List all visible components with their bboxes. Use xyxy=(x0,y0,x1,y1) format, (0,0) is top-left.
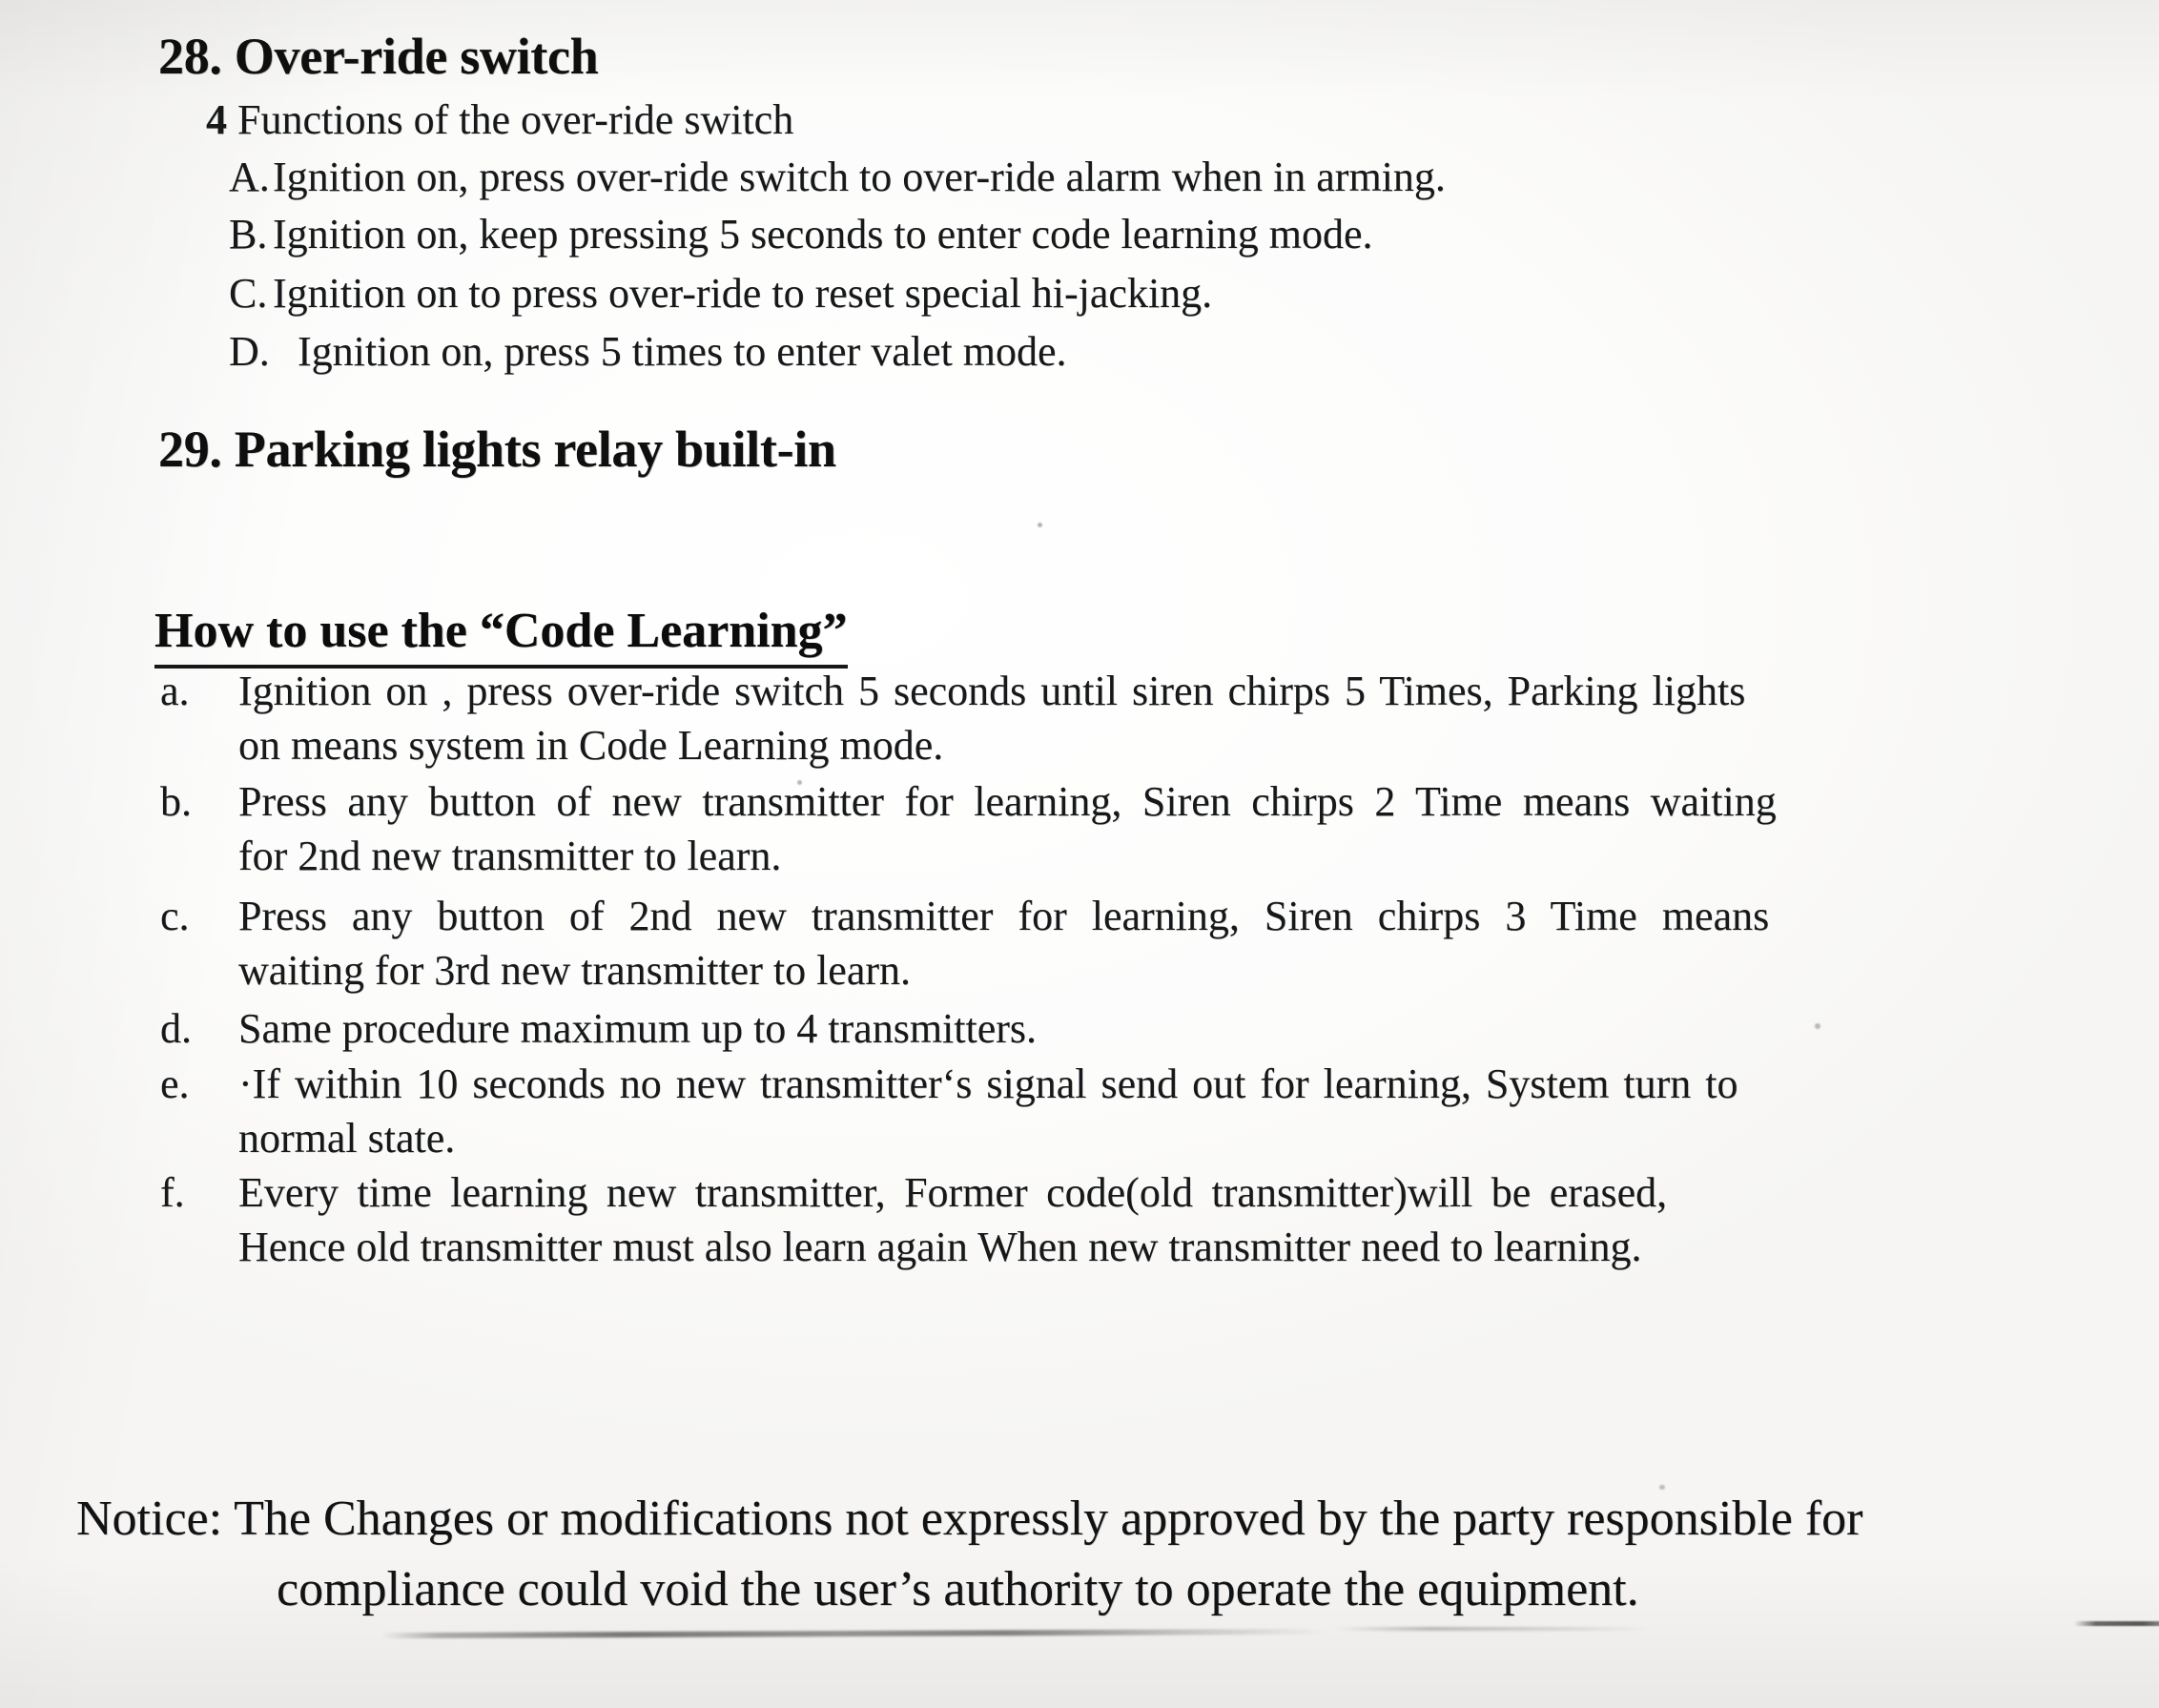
list-item-line: Press any button of new transmitter for … xyxy=(238,778,1777,825)
option-d-text: Ignition on, press 5 times to enter vale… xyxy=(298,328,1067,375)
section-28-heading: 28. Over-ride switch xyxy=(158,28,599,85)
scanned-manual-page: 28. Over-ride switch 4 Functions of the … xyxy=(0,0,2159,1708)
list-item-body: Press any button of 2nd new transmitter … xyxy=(238,889,1986,998)
section-28-subheading-text: Functions of the over-ride switch xyxy=(227,96,794,143)
list-item-body: Ignition on , press over-ride switch 5 s… xyxy=(238,664,1986,772)
list-item-marker: f. xyxy=(160,1169,185,1216)
list-item-body: ·If within 10 seconds no new transmitter… xyxy=(238,1057,1986,1165)
list-item-body: Press any button of new transmitter for … xyxy=(238,774,1986,883)
list-item-line: ·If within 10 seconds no new transmitter… xyxy=(238,1060,1738,1107)
option-d-letter: D. xyxy=(229,328,270,375)
list-item: b. Press any button of new transmitter f… xyxy=(151,774,1986,883)
section-28-subheading: 4 Functions of the over-ride switch xyxy=(206,95,793,144)
section-28-subheading-number: 4 xyxy=(206,96,227,143)
notice-line-1: Notice: The Changes or modifications not… xyxy=(76,1492,1863,1546)
option-b-text: Ignition on, keep pressing 5 seconds to … xyxy=(273,211,1373,257)
option-c-letter: C. xyxy=(229,270,268,317)
section-29-heading: 29. Parking lights relay built-in xyxy=(158,421,836,478)
list-item-body: Every time learning new transmitter, For… xyxy=(238,1165,1986,1274)
list-item-line: Every time learning new transmitter, For… xyxy=(238,1169,1668,1216)
list-item: f. Every time learning new transmitter, … xyxy=(151,1165,1986,1274)
scan-speck-artifact xyxy=(1659,1485,1665,1490)
scan-speck-artifact xyxy=(1038,523,1042,527)
section-28-option-b: B. Ignition on, keep pressing 5 seconds t… xyxy=(229,210,1372,258)
section-28-option-a: A.Ignition on, press over-ride switch to… xyxy=(229,153,1446,201)
list-item-line: Ignition on , press over-ride switch 5 s… xyxy=(238,668,1746,714)
list-item-marker: b. xyxy=(160,778,192,825)
list-item-line: Press any button of 2nd new transmitter … xyxy=(238,893,1770,939)
option-a-text: Ignition on, press over-ride switch to o… xyxy=(273,154,1446,200)
list-item-marker: d. xyxy=(160,1005,192,1052)
list-item-marker: c. xyxy=(160,893,190,939)
list-item: d. Same procedure maximum up to 4 transm… xyxy=(151,1001,1986,1056)
option-a-letter: A. xyxy=(229,154,270,200)
scan-edge-mark-artifact xyxy=(2074,1621,2159,1626)
option-c-text: Ignition on to press over-ride to reset … xyxy=(273,270,1213,317)
page-content: 28. Over-ride switch 4 Functions of the … xyxy=(0,0,2159,1708)
section-28-option-c: C. Ignition on to press over-ride to rese… xyxy=(229,269,1212,318)
list-item-line: Same procedure maximum up to 4 transmitt… xyxy=(238,1005,1038,1052)
notice-line-2: compliance could void the user’s authori… xyxy=(277,1562,1639,1616)
scan-smudge-artifact xyxy=(1335,1627,1650,1631)
list-item-line: normal state. xyxy=(238,1115,456,1162)
list-item: c. Press any button of 2nd new transmitt… xyxy=(151,889,1986,998)
list-item-marker: a. xyxy=(160,668,190,714)
list-item-line: Hence old transmitter must also learn ag… xyxy=(238,1224,1642,1270)
option-b-letter: B. xyxy=(229,211,268,257)
list-item-body: Same procedure maximum up to 4 transmitt… xyxy=(238,1001,1986,1056)
list-item-line: on means system in Code Learning mode. xyxy=(238,722,944,769)
list-item: e. ·If within 10 seconds no new transmit… xyxy=(151,1057,1986,1165)
list-item-marker: e. xyxy=(160,1060,190,1107)
list-item: a. Ignition on , press over-ride switch … xyxy=(151,664,1986,772)
list-item-line: waiting for 3rd new transmitter to learn… xyxy=(238,947,912,994)
list-item-line: for 2nd new transmitter to learn. xyxy=(238,833,782,879)
code-learning-heading: How to use the “Code Learning” xyxy=(154,603,848,669)
section-28-option-d: D. Ignition on, press 5 times to enter va… xyxy=(229,327,1067,376)
scan-smudge-artifact xyxy=(380,1628,1326,1639)
